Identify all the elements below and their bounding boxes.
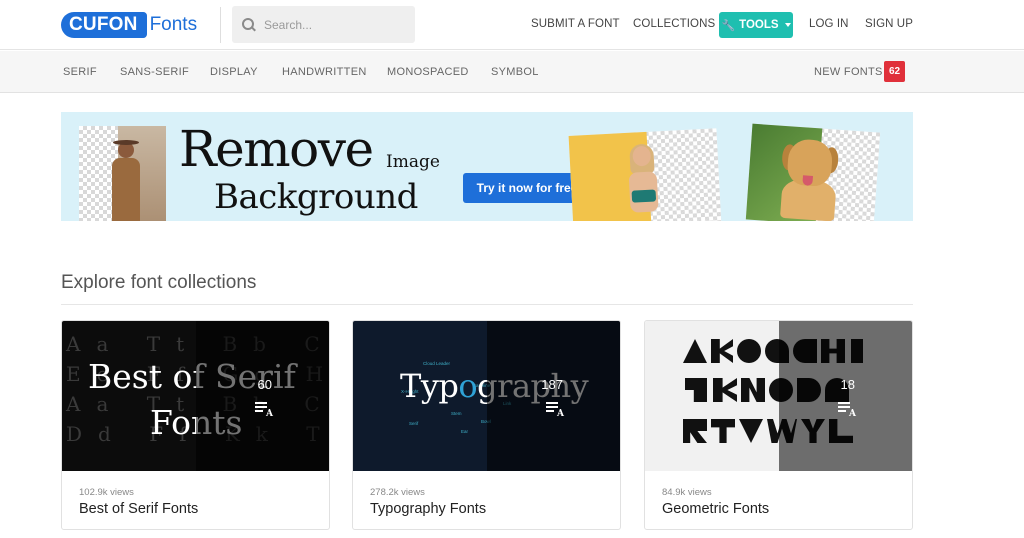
collections-link[interactable]: COLLECTIONS xyxy=(633,18,715,30)
tools-dropdown-button[interactable]: 🔧 TOOLS xyxy=(719,12,793,38)
tools-label: TOOLS xyxy=(739,19,779,31)
banner-photo-woman-sunglasses xyxy=(568,128,722,221)
banner-photo-woman-hat xyxy=(79,126,166,221)
banner-title-image: Image xyxy=(386,152,440,172)
collection-views: 278.2k views xyxy=(370,487,425,498)
logo-divider xyxy=(220,7,221,43)
top-navbar: CUFON Fonts SUBMIT A FONT COLLECTIONS 🔧 … xyxy=(0,0,1024,50)
cover-overlay xyxy=(195,321,329,471)
site-logo[interactable]: CUFON Fonts xyxy=(61,11,197,39)
banner-title-remove: Remove xyxy=(179,120,374,178)
search-box[interactable] xyxy=(232,6,415,43)
collection-name[interactable]: Typography Fonts xyxy=(370,501,486,517)
search-icon xyxy=(242,17,256,32)
collection-card-typography[interactable]: Cloud Leader X-Height Baseline Stem Bowl… xyxy=(352,320,621,530)
font-list-icon: A xyxy=(838,401,856,419)
category-handwritten[interactable]: HANDWRITTEN xyxy=(282,66,367,78)
collection-cover-geometric: 18 A xyxy=(645,321,912,471)
ad-banner[interactable]: Remove Image Background Try it now for f… xyxy=(61,112,913,221)
collection-card-serif[interactable]: Aa Tt Bb Cc Dd Ee Ff Gg Hh Ii Aa Tt Bb C… xyxy=(61,320,330,530)
collection-name[interactable]: Geometric Fonts xyxy=(662,501,769,517)
collection-name[interactable]: Best of Serif Fonts xyxy=(79,501,198,517)
font-count: 187 xyxy=(541,377,563,392)
new-fonts-count-badge: 62 xyxy=(884,61,905,82)
collection-cover-serif: Aa Tt Bb Cc Dd Ee Ff Gg Hh Ii Aa Tt Bb C… xyxy=(62,321,329,471)
cover-overlay xyxy=(778,321,912,471)
category-sans-serif[interactable]: SANS-SERIF xyxy=(120,66,189,78)
logo-wordmark: Fonts xyxy=(149,14,198,35)
font-list-icon: A xyxy=(255,401,273,419)
collection-card-geometric[interactable]: 18 A 84.9k views Geometric Fonts xyxy=(644,320,913,530)
submit-font-link[interactable]: SUBMIT A FONT xyxy=(531,18,620,30)
category-monospaced[interactable]: MONOSPACED xyxy=(387,66,469,78)
collection-cover-typography: Cloud Leader X-Height Baseline Stem Bowl… xyxy=(353,321,620,471)
category-display[interactable]: DISPLAY xyxy=(210,66,258,78)
category-symbol[interactable]: SYMBOL xyxy=(491,66,539,78)
font-count: 60 xyxy=(257,377,272,392)
category-bar: SERIF SANS-SERIF DISPLAY HANDWRITTEN MON… xyxy=(0,51,1024,93)
banner-photo-dog xyxy=(745,123,881,221)
logo-badge: CUFON xyxy=(61,12,147,38)
collection-views: 84.9k views xyxy=(662,487,712,498)
banner-title-background: Background xyxy=(214,177,418,217)
new-fonts-link[interactable]: NEW FONTS xyxy=(814,66,883,78)
signup-link[interactable]: SIGN UP xyxy=(865,18,913,30)
section-divider xyxy=(61,304,913,305)
login-link[interactable]: LOG IN xyxy=(809,18,849,30)
caret-down-icon xyxy=(784,23,791,27)
search-input[interactable] xyxy=(264,17,404,32)
font-list-icon: A xyxy=(546,401,564,419)
collection-views: 102.9k views xyxy=(79,487,134,498)
category-serif[interactable]: SERIF xyxy=(63,66,97,78)
section-title: Explore font collections xyxy=(61,272,257,293)
font-count: 18 xyxy=(840,377,855,392)
wrench-icon: 🔧 xyxy=(721,19,736,32)
cover-overlay xyxy=(486,321,620,471)
